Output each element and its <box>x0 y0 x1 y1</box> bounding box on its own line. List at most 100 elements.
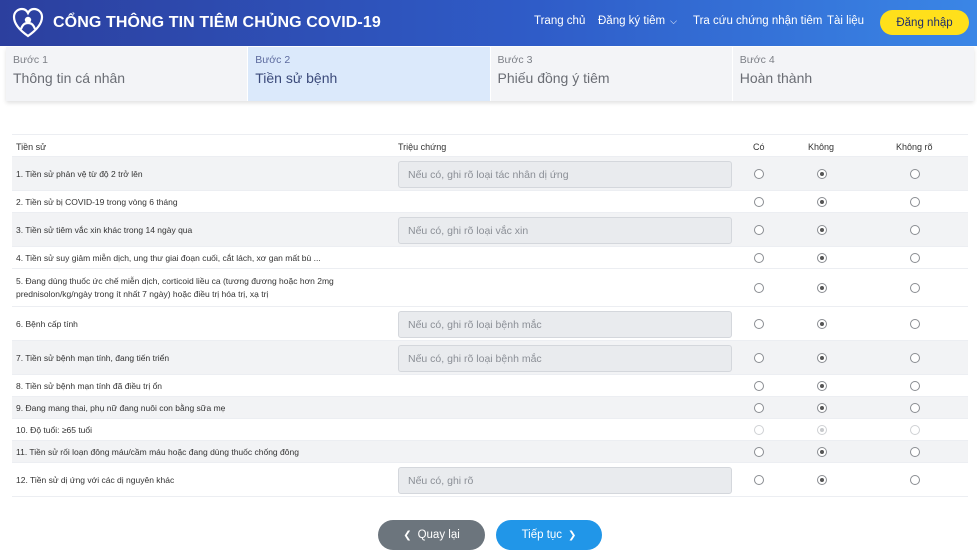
symptom-input[interactable]: Nếu có, ghi rõ <box>398 467 732 494</box>
step-4: Bước 4 Hoàn thành <box>733 47 974 101</box>
symptom-input[interactable]: Nếu có, ghi rõ loại vắc xin <box>398 217 732 244</box>
radio-no[interactable] <box>817 283 827 293</box>
nav-documents-label: Tài liệu <box>827 15 865 27</box>
app-title: CỔNG THÔNG TIN TIÊM CHỦNG COVID-19 <box>53 14 381 31</box>
chevron-down-icon: ⌵ <box>670 16 677 26</box>
table-row: 4. Tiền sử suy giảm miễn dịch, ung thư g… <box>12 247 968 269</box>
row-label: 4. Tiền sử suy giảm miễn dịch, ung thư g… <box>16 253 321 263</box>
radio-yes[interactable] <box>754 403 764 413</box>
step-2: Bước 2 Tiền sử bệnh <box>248 47 491 101</box>
radio-no[interactable] <box>817 225 827 235</box>
radio-yes[interactable] <box>754 283 764 293</box>
radio-unknown[interactable] <box>910 381 920 391</box>
column-yes: Có <box>753 142 765 152</box>
table-header: Tiền sử Triệu chứng Có Không Không rõ <box>12 135 968 157</box>
radio-unknown[interactable] <box>910 197 920 207</box>
next-button-label: Tiếp tục <box>521 529 563 541</box>
nav-lookup[interactable]: Tra cứu chứng nhận tiêm <box>693 15 822 27</box>
step-number: Bước 2 <box>255 54 291 66</box>
radio-yes[interactable] <box>754 197 764 207</box>
radio-yes[interactable] <box>754 475 764 485</box>
radio-no[interactable] <box>817 319 827 329</box>
radio-unknown[interactable] <box>910 475 920 485</box>
table-row: 7. Tiền sử bệnh mạn tính, đang tiến triể… <box>12 341 968 375</box>
table-row: 12. Tiền sử dị ứng với các dị nguyên khá… <box>12 463 968 497</box>
radio-no[interactable] <box>817 197 827 207</box>
nav-home-label: Trang chủ <box>534 15 586 27</box>
step-number: Bước 1 <box>13 54 48 66</box>
radio-yes[interactable] <box>754 169 764 179</box>
radio-yes <box>754 425 764 435</box>
radio-no <box>817 425 827 435</box>
radio-unknown[interactable] <box>910 403 920 413</box>
symptom-input[interactable]: Nếu có, ghi rõ loại bệnh mắc <box>398 345 732 372</box>
step-label: Thông tin cá nhân <box>13 70 126 86</box>
medical-history-table: Tiền sử Triệu chứng Có Không Không rõ 1.… <box>12 134 968 497</box>
back-button-label: Quay lại <box>417 529 460 541</box>
radio-yes[interactable] <box>754 353 764 363</box>
step-1: Bước 1 Thông tin cá nhân <box>6 47 249 101</box>
row-label: 8. Tiền sử bệnh mạn tính đã điều trị ổn <box>16 381 163 391</box>
radio-unknown[interactable] <box>910 447 920 457</box>
nav-lookup-label: Tra cứu chứng nhận tiêm <box>693 15 823 27</box>
table-row: 8. Tiền sử bệnh mạn tính đã điều trị ổn <box>12 375 968 397</box>
radio-unknown[interactable] <box>910 225 920 235</box>
row-label: 6. Bệnh cấp tính <box>16 319 78 329</box>
symptom-input[interactable]: Nếu có, ghi rõ loại tác nhân dị ứng <box>398 161 732 188</box>
radio-yes[interactable] <box>754 319 764 329</box>
table-row: 3. Tiền sử tiêm vắc xin khác trong 14 ng… <box>12 213 968 247</box>
nav-register[interactable]: Đăng ký tiêm ⌵ <box>598 15 677 27</box>
step-label: Hoàn thành <box>739 70 813 86</box>
table-row: 6. Bệnh cấp tính Nếu có, ghi rõ loại bệnh… <box>12 307 968 341</box>
table-row: 2. Tiền sử bị COVID-19 trong vòng 6 thán… <box>12 191 968 213</box>
row-label: 3. Tiền sử tiêm vắc xin khác trong 14 ng… <box>16 225 193 235</box>
chevron-left-icon: ❮ <box>403 529 412 541</box>
column-symptom: Triệu chứng <box>398 142 447 152</box>
radio-no[interactable] <box>817 169 827 179</box>
radio-no[interactable] <box>817 403 827 413</box>
step-progress: Bước 1 Thông tin cá nhân Bước 2 Tiền sử … <box>6 47 974 101</box>
nav-home[interactable]: Trang chủ <box>534 15 585 27</box>
row-label: 12. Tiền sử dị ứng với các dị nguyên khá… <box>16 475 175 485</box>
chevron-right-icon: ❯ <box>568 529 577 541</box>
step-number: Bước 4 <box>739 54 775 66</box>
radio-unknown[interactable] <box>910 353 920 363</box>
nav-register-label: Đăng ký tiêm <box>598 15 666 27</box>
radio-unknown[interactable] <box>910 253 920 263</box>
table-row: 11. Tiền sử rối loạn đông máu/cầm máu ho… <box>12 441 968 463</box>
login-button[interactable]: Đăng nhập <box>880 10 969 35</box>
radio-no[interactable] <box>817 475 827 485</box>
table-row: 10. Độ tuổi: ≥65 tuổi <box>12 419 968 441</box>
nav-documents[interactable]: Tài liệu <box>827 15 864 27</box>
row-label: 2. Tiền sử bị COVID-19 trong vòng 6 thán… <box>16 197 178 207</box>
radio-yes[interactable] <box>754 253 764 263</box>
radio-yes[interactable] <box>754 225 764 235</box>
column-no: Không <box>808 142 835 152</box>
heart-shield-logo-icon[interactable] <box>12 7 44 39</box>
symptom-input[interactable]: Nếu có, ghi rõ loại bệnh mắc <box>398 311 732 338</box>
row-label: 10. Độ tuổi: ≥65 tuổi <box>16 425 93 435</box>
table-row: 9. Đang mang thai, phụ nữ đang nuôi con … <box>12 397 968 419</box>
radio-no[interactable] <box>817 381 827 391</box>
step-number: Bước 3 <box>497 54 533 66</box>
top-header: CỔNG THÔNG TIN TIÊM CHỦNG COVID-19 Trang… <box>0 0 977 46</box>
radio-yes[interactable] <box>754 447 764 457</box>
step-3: Bước 3 Phiếu đồng ý tiêm <box>491 47 733 101</box>
row-label: 11. Tiền sử rối loạn đông máu/cầm máu ho… <box>16 447 299 457</box>
radio-unknown[interactable] <box>910 169 920 179</box>
row-label: 1. Tiền sử phản vệ từ độ 2 trở lên <box>16 169 143 179</box>
row-label: 7. Tiền sử bệnh mạn tính, đang tiến triể… <box>16 353 170 363</box>
radio-no[interactable] <box>817 253 827 263</box>
radio-yes[interactable] <box>754 381 764 391</box>
table-row: 5. Đang dùng thuốc ức chế miễn dịch, cor… <box>12 269 968 307</box>
radio-unknown[interactable] <box>910 283 920 293</box>
radio-no[interactable] <box>817 447 827 457</box>
radio-unknown[interactable] <box>910 319 920 329</box>
radio-no[interactable] <box>817 353 827 363</box>
back-button[interactable]: ❮ Quay lại <box>378 520 485 550</box>
column-history: Tiền sử <box>16 142 47 152</box>
step-label: Tiền sử bệnh <box>255 70 338 86</box>
next-button[interactable]: Tiếp tục ❯ <box>496 520 602 550</box>
table-body: 1. Tiền sử phản vệ từ độ 2 trở lên Nếu có… <box>12 157 968 497</box>
column-unknown: Không rõ <box>896 142 933 152</box>
